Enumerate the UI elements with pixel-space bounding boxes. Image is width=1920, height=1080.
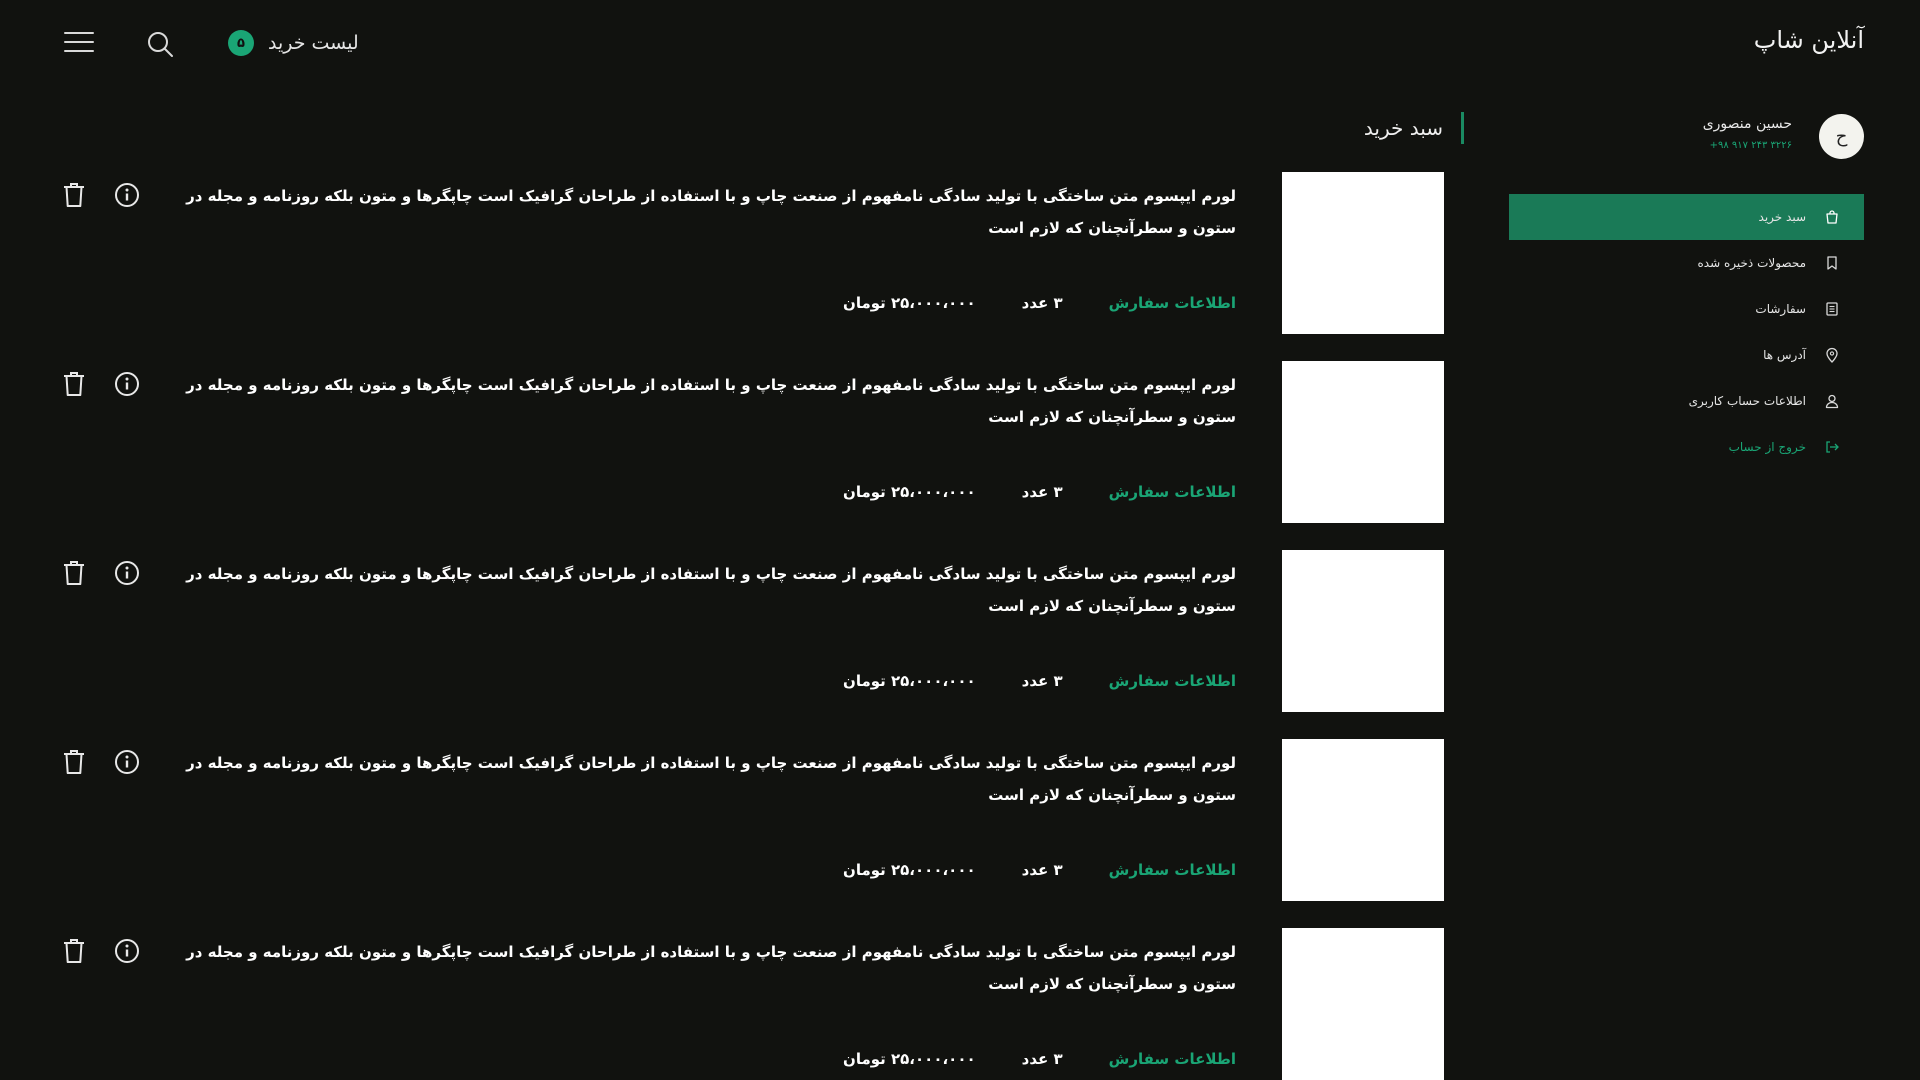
menu-icon[interactable] bbox=[64, 30, 94, 54]
product-image[interactable] bbox=[1282, 172, 1444, 334]
sidebar-item-orders[interactable]: سفارشات bbox=[1509, 286, 1864, 332]
sidebar-item-label: سفارشات bbox=[1755, 302, 1806, 316]
item-meta: اطلاعات سفارش ۳ عدد ۲۵،۰۰۰،۰۰۰ تومان bbox=[843, 1050, 1236, 1068]
sidebar-item-label: خروج از حساب bbox=[1728, 440, 1806, 454]
order-info-link[interactable]: اطلاعات سفارش bbox=[1109, 1050, 1236, 1068]
user-profile: ح حسین منصوری +۹۸ ۹۱۷ ۲۴۳ ۳۲۲۶ bbox=[1509, 110, 1864, 172]
info-icon[interactable] bbox=[114, 749, 140, 775]
product-description: لورم ایپسوم متن ساختگی با تولید سادگی نا… bbox=[186, 376, 1236, 426]
product-image[interactable] bbox=[1282, 361, 1444, 523]
bag-icon bbox=[1826, 210, 1838, 224]
item-price: ۲۵،۰۰۰،۰۰۰ تومان bbox=[843, 861, 976, 879]
product-image[interactable] bbox=[1282, 928, 1444, 1080]
trash-icon[interactable] bbox=[63, 182, 85, 208]
product-description: لورم ایپسوم متن ساختگی با تولید سادگی نا… bbox=[186, 943, 1236, 993]
orders-icon bbox=[1826, 302, 1838, 316]
sidebar-item-label: آدرس ها bbox=[1763, 348, 1806, 362]
item-quantity: ۳ عدد bbox=[1021, 1050, 1063, 1068]
account-sidebar: ح حسین منصوری +۹۸ ۹۱۷ ۲۴۳ ۳۲۲۶ سبد خرید … bbox=[1509, 110, 1864, 470]
item-meta: اطلاعات سفارش ۳ عدد ۲۵،۰۰۰،۰۰۰ تومان bbox=[843, 861, 1236, 879]
sidebar-item-saved-products[interactable]: محصولات ذخیره شده bbox=[1509, 240, 1864, 286]
sidebar-item-account-info[interactable]: اطلاعات حساب کاربری bbox=[1509, 378, 1864, 424]
item-meta: اطلاعات سفارش ۳ عدد ۲۵،۰۰۰،۰۰۰ تومان bbox=[843, 672, 1236, 690]
item-quantity: ۳ عدد bbox=[1021, 672, 1063, 690]
user-name: حسین منصوری bbox=[1702, 116, 1792, 132]
list-item: لورم ایپسوم متن ساختگی با تولید سادگی نا… bbox=[56, 361, 1444, 550]
list-item: لورم ایپسوم متن ساختگی با تولید سادگی نا… bbox=[56, 739, 1444, 928]
product-description: لورم ایپسوم متن ساختگی با تولید سادگی نا… bbox=[186, 187, 1236, 237]
item-price: ۲۵،۰۰۰،۰۰۰ تومان bbox=[843, 294, 976, 312]
order-info-link[interactable]: اطلاعات سفارش bbox=[1109, 861, 1236, 879]
cart-items-list: لورم ایپسوم متن ساختگی با تولید سادگی نا… bbox=[56, 172, 1444, 1080]
list-item: لورم ایپسوم متن ساختگی با تولید سادگی نا… bbox=[56, 172, 1444, 361]
info-icon[interactable] bbox=[114, 938, 140, 964]
cart-list-link[interactable]: ۵ لیست خرید bbox=[228, 28, 359, 58]
trash-icon[interactable] bbox=[63, 938, 85, 964]
bookmark-icon bbox=[1827, 256, 1837, 270]
user-phone: +۹۸ ۹۱۷ ۲۴۳ ۳۲۲۶ bbox=[1709, 140, 1792, 151]
search-icon[interactable] bbox=[146, 30, 174, 58]
sidebar-item-addresses[interactable]: آدرس ها bbox=[1509, 332, 1864, 378]
order-info-link[interactable]: اطلاعات سفارش bbox=[1109, 294, 1236, 312]
item-meta: اطلاعات سفارش ۳ عدد ۲۵،۰۰۰،۰۰۰ تومان bbox=[843, 483, 1236, 501]
page-title: سبد خرید bbox=[1364, 112, 1464, 144]
order-info-link[interactable]: اطلاعات سفارش bbox=[1109, 672, 1236, 690]
item-price: ۲۵،۰۰۰،۰۰۰ تومان bbox=[843, 672, 976, 690]
list-item: لورم ایپسوم متن ساختگی با تولید سادگی نا… bbox=[56, 550, 1444, 739]
sidebar-item-cart[interactable]: سبد خرید bbox=[1509, 194, 1864, 240]
item-price: ۲۵،۰۰۰،۰۰۰ تومان bbox=[843, 483, 976, 501]
brand-logo[interactable]: آنلاین شاپ bbox=[1754, 26, 1864, 54]
avatar: ح bbox=[1819, 114, 1864, 159]
trash-icon[interactable] bbox=[63, 749, 85, 775]
sidebar-item-label: محصولات ذخیره شده bbox=[1697, 256, 1806, 270]
product-image[interactable] bbox=[1282, 739, 1444, 901]
info-icon[interactable] bbox=[114, 371, 140, 397]
product-description: لورم ایپسوم متن ساختگی با تولید سادگی نا… bbox=[186, 754, 1236, 804]
cart-count-badge: ۵ bbox=[228, 30, 254, 56]
sidebar-item-label: سبد خرید bbox=[1758, 210, 1806, 224]
sidebar-item-logout[interactable]: خروج از حساب bbox=[1509, 424, 1864, 470]
item-price: ۲۵،۰۰۰،۰۰۰ تومان bbox=[843, 1050, 976, 1068]
info-icon[interactable] bbox=[114, 182, 140, 208]
top-header: آنلاین شاپ ۵ لیست خرید bbox=[0, 0, 1920, 86]
item-quantity: ۳ عدد bbox=[1021, 861, 1063, 879]
trash-icon[interactable] bbox=[63, 560, 85, 586]
sidebar-menu: سبد خرید محصولات ذخیره شده سفارشات آدرس … bbox=[1509, 194, 1864, 470]
cart-list-label: لیست خرید bbox=[268, 32, 359, 54]
item-quantity: ۳ عدد bbox=[1021, 294, 1063, 312]
sidebar-item-label: اطلاعات حساب کاربری bbox=[1688, 394, 1806, 408]
item-meta: اطلاعات سفارش ۳ عدد ۲۵،۰۰۰،۰۰۰ تومان bbox=[843, 294, 1236, 312]
location-icon bbox=[1826, 347, 1838, 363]
logout-icon bbox=[1826, 441, 1839, 453]
product-image[interactable] bbox=[1282, 550, 1444, 712]
trash-icon[interactable] bbox=[63, 371, 85, 397]
info-icon[interactable] bbox=[114, 560, 140, 586]
item-quantity: ۳ عدد bbox=[1021, 483, 1063, 501]
order-info-link[interactable]: اطلاعات سفارش bbox=[1109, 483, 1236, 501]
page-title-text: سبد خرید bbox=[1363, 116, 1443, 140]
product-description: لورم ایپسوم متن ساختگی با تولید سادگی نا… bbox=[186, 565, 1236, 615]
user-icon bbox=[1825, 394, 1839, 409]
list-item: لورم ایپسوم متن ساختگی با تولید سادگی نا… bbox=[56, 928, 1444, 1080]
